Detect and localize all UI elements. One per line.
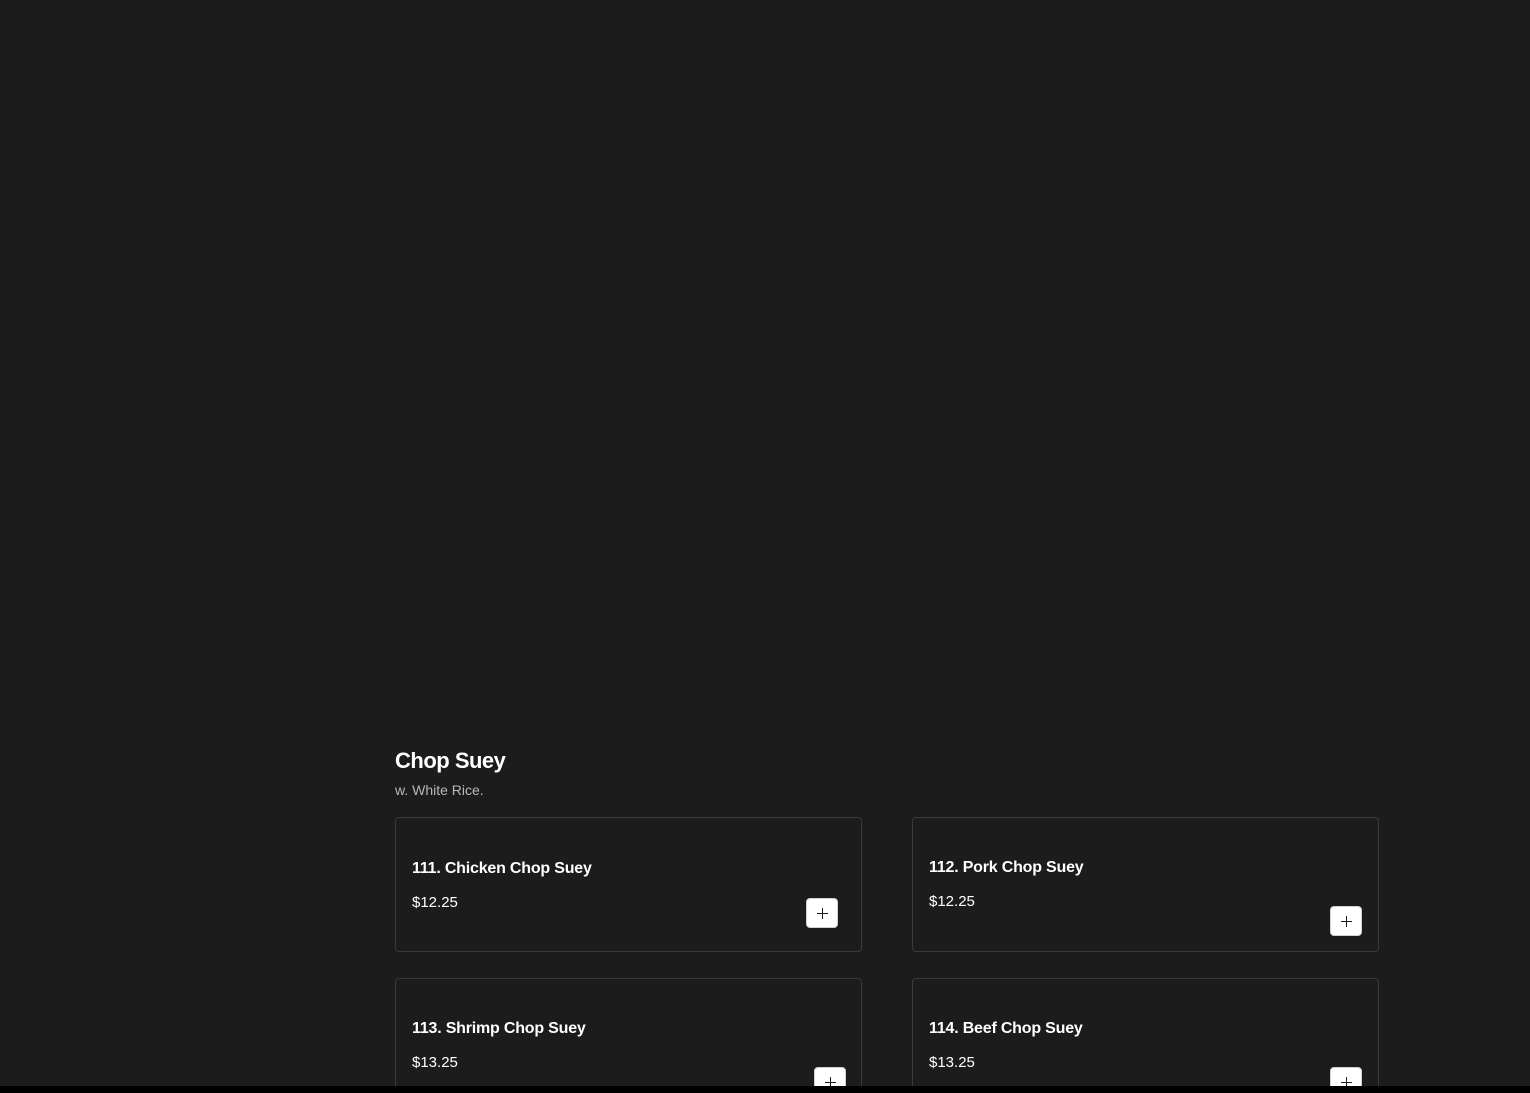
menu-item-name: 112. Pork Chop Suey [929, 859, 1084, 876]
add-to-cart-button[interactable] [1330, 906, 1362, 936]
menu-item-name: 111. Chicken Chop Suey [412, 860, 592, 877]
menu-item-price: $13.25 [929, 1054, 975, 1071]
menu-item-card[interactable]: 111. Chicken Chop Suey $12.25 [395, 817, 862, 952]
menu-item-card[interactable]: 112. Pork Chop Suey $12.25 [912, 817, 1379, 952]
menu-item-price: $13.25 [412, 1054, 458, 1071]
menu-item-name: 113. Shrimp Chop Suey [412, 1020, 586, 1037]
menu-item-card[interactable]: 114. Beef Chop Suey $13.25 [912, 978, 1379, 1093]
menu-item-price: $12.25 [929, 893, 975, 910]
menu-item-name: 114. Beef Chop Suey [929, 1020, 1083, 1037]
section-subtitle: w. White Rice. [395, 782, 484, 798]
plus-icon [1340, 915, 1352, 927]
add-to-cart-button[interactable] [806, 898, 838, 928]
menu-item-price: $12.25 [412, 894, 458, 911]
bottom-edge-bar [0, 1086, 1530, 1093]
menu-item-card[interactable]: 113. Shrimp Chop Suey $13.25 [395, 978, 862, 1093]
menu-page: Chop Suey w. White Rice. 111. Chicken Ch… [0, 0, 1530, 1093]
menu-section-chop-suey: Chop Suey w. White Rice. 111. Chicken Ch… [395, 745, 1381, 1093]
section-title: Chop Suey [395, 748, 506, 773]
plus-icon [816, 907, 828, 919]
